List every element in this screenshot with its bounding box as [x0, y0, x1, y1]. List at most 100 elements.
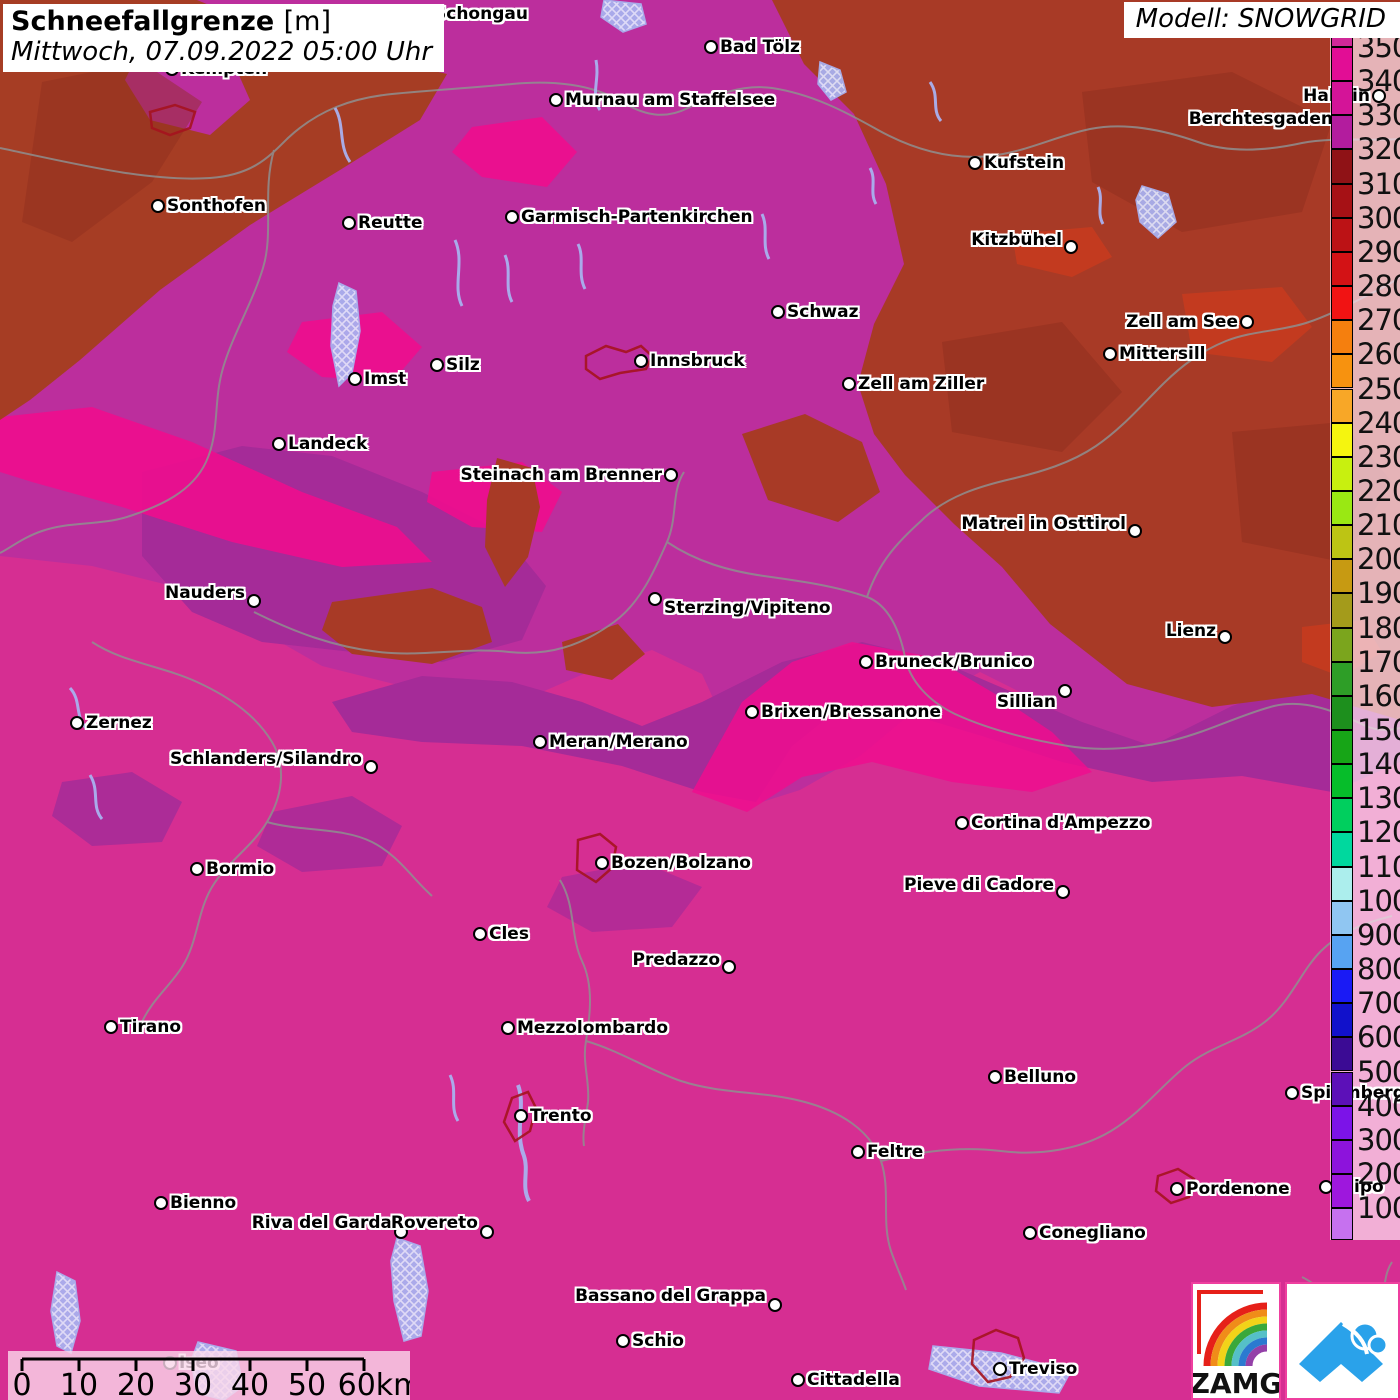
colorbar-tick-label: 700	[1357, 986, 1400, 1021]
colorbar-segment	[1331, 832, 1353, 867]
city-dot	[664, 468, 678, 482]
city-dot	[533, 735, 547, 749]
city-label: Zell am See	[1126, 312, 1238, 332]
zamg-logo-text: ZAMG	[1193, 1367, 1279, 1398]
city-dot	[342, 216, 356, 230]
city-dot	[348, 372, 362, 386]
scalebar-svg: 0 10 20 30 40 50 60km	[12, 1357, 422, 1400]
city-dot	[514, 1109, 528, 1123]
title-unit: [m]	[283, 6, 331, 37]
city-dot	[70, 716, 84, 730]
scalebar-tick-label: 10	[60, 1368, 98, 1400]
colorbar-segment	[1331, 354, 1353, 389]
city-dot	[1056, 885, 1070, 899]
city-label: Tirano	[120, 1017, 182, 1037]
avalanche-service-logo	[1285, 1282, 1400, 1400]
colorbar-tick-label: 2200	[1357, 473, 1400, 508]
city-label: Sillian	[996, 692, 1056, 712]
colorbar-segment	[1331, 969, 1353, 1004]
city-label: Bormio	[206, 859, 275, 879]
colorbar-tick-label: 3000	[1357, 200, 1400, 235]
city-dot	[704, 40, 718, 54]
colorbar-segment	[1331, 251, 1353, 287]
city-dot	[842, 377, 856, 391]
colorbar-segment	[1331, 320, 1353, 355]
city-label: Cittadella	[807, 1370, 900, 1390]
city-label: Innsbruck	[650, 351, 745, 371]
city-label: Kitzbühel	[971, 230, 1062, 250]
city-dot	[480, 1225, 494, 1239]
city-label: Cles	[489, 924, 529, 944]
city-dot	[154, 1196, 168, 1210]
colorbar-segment	[1331, 525, 1353, 560]
city-dot	[616, 1334, 630, 1348]
city-label: Schwaz	[787, 302, 859, 322]
colorbar-segment	[1331, 456, 1353, 491]
colorbar-tick-label: 300	[1357, 1122, 1400, 1157]
colorbar-segment	[1331, 183, 1353, 218]
city-label: Nauders	[164, 583, 245, 603]
colorbar-tick-label: 2400	[1357, 405, 1400, 440]
city-label: Conegliano	[1039, 1223, 1146, 1243]
city-dot	[1285, 1086, 1299, 1100]
scalebar-tick-label: 40	[231, 1368, 269, 1400]
colorbar-segment	[1331, 1105, 1353, 1140]
colorbar-segment	[1331, 286, 1353, 321]
city-dot	[859, 655, 873, 669]
colorbar-segment	[1331, 866, 1353, 901]
city-label: Rovereto	[390, 1213, 478, 1233]
city-label: Murnau am Staffelsee	[565, 90, 776, 110]
scalebar-tick-label: 0	[12, 1368, 31, 1400]
city-dot	[722, 960, 736, 974]
city-label: Sterzing/Vipiteno	[664, 598, 831, 618]
city-label: Mezzolombardo	[517, 1018, 669, 1038]
colorbar-segment	[1331, 764, 1353, 799]
colorbar-tick-label: 400	[1357, 1088, 1400, 1123]
city-dot	[151, 199, 165, 213]
colorbar-tick-label: 800	[1357, 952, 1400, 987]
city-label: Imst	[364, 369, 407, 389]
city-label: Steinach am Brenner	[460, 465, 663, 485]
city-label: Mittersill	[1119, 344, 1206, 364]
city-dot	[473, 927, 487, 941]
scalebar: 0 10 20 30 40 50 60km	[8, 1351, 422, 1400]
city-label: Bad Tölz	[720, 37, 800, 57]
city-label: Lienz	[1165, 621, 1216, 641]
city-label: Pordenone	[1186, 1179, 1290, 1199]
city-label: Schio	[632, 1331, 684, 1351]
colorbar-tick-label: 1100	[1357, 849, 1400, 884]
city-dot	[988, 1070, 1002, 1084]
colorbar-tick-label: 900	[1357, 917, 1400, 952]
scalebar-tick-label: 50	[288, 1368, 326, 1400]
city-label: Trento	[530, 1106, 592, 1126]
colorbar-tick-label: 3200	[1357, 132, 1400, 167]
colorbar-tick-label: 1200	[1357, 815, 1400, 850]
colorbar-segment	[1331, 422, 1353, 457]
city-dot	[505, 210, 519, 224]
colorbar-tick-label: 200	[1357, 1156, 1400, 1191]
city-dot	[104, 1020, 118, 1034]
colorbar-tick-label: 500	[1357, 1054, 1400, 1089]
city-label: Garmisch-Partenkirchen	[521, 207, 753, 227]
page-title: Schneefallgrenze [m]	[11, 6, 432, 37]
city-dot	[634, 354, 648, 368]
colorbar-tick-label: 1700	[1357, 644, 1400, 679]
city-dot	[791, 1373, 805, 1387]
city-dot	[1218, 630, 1232, 644]
city-dot	[968, 156, 982, 170]
colorbar-tick-label: 600	[1357, 1020, 1400, 1055]
weather-map-page: SchongauBad TölzKemptenMurnau am Staffel…	[0, 0, 1400, 1400]
colorbar-tick-label: 2000	[1357, 542, 1400, 577]
colorbar-tick-label: 1000	[1357, 883, 1400, 918]
zamg-rainbow-icon: ZAMG	[1190, 1290, 1282, 1400]
city-dot	[549, 93, 563, 107]
city-dot	[595, 856, 609, 870]
city-label: Schongau	[434, 4, 528, 24]
scalebar-tick-label: 30	[174, 1368, 212, 1400]
city-label: Reutte	[358, 213, 423, 233]
city-label: Bassano del Grappa	[575, 1286, 766, 1306]
colorbar-segment	[1331, 900, 1353, 935]
colorbar-tick-label: 3400	[1357, 64, 1400, 99]
city-label: Brixen/Bressanone	[761, 702, 941, 722]
colorbar-tick-label: 1400	[1357, 747, 1400, 782]
